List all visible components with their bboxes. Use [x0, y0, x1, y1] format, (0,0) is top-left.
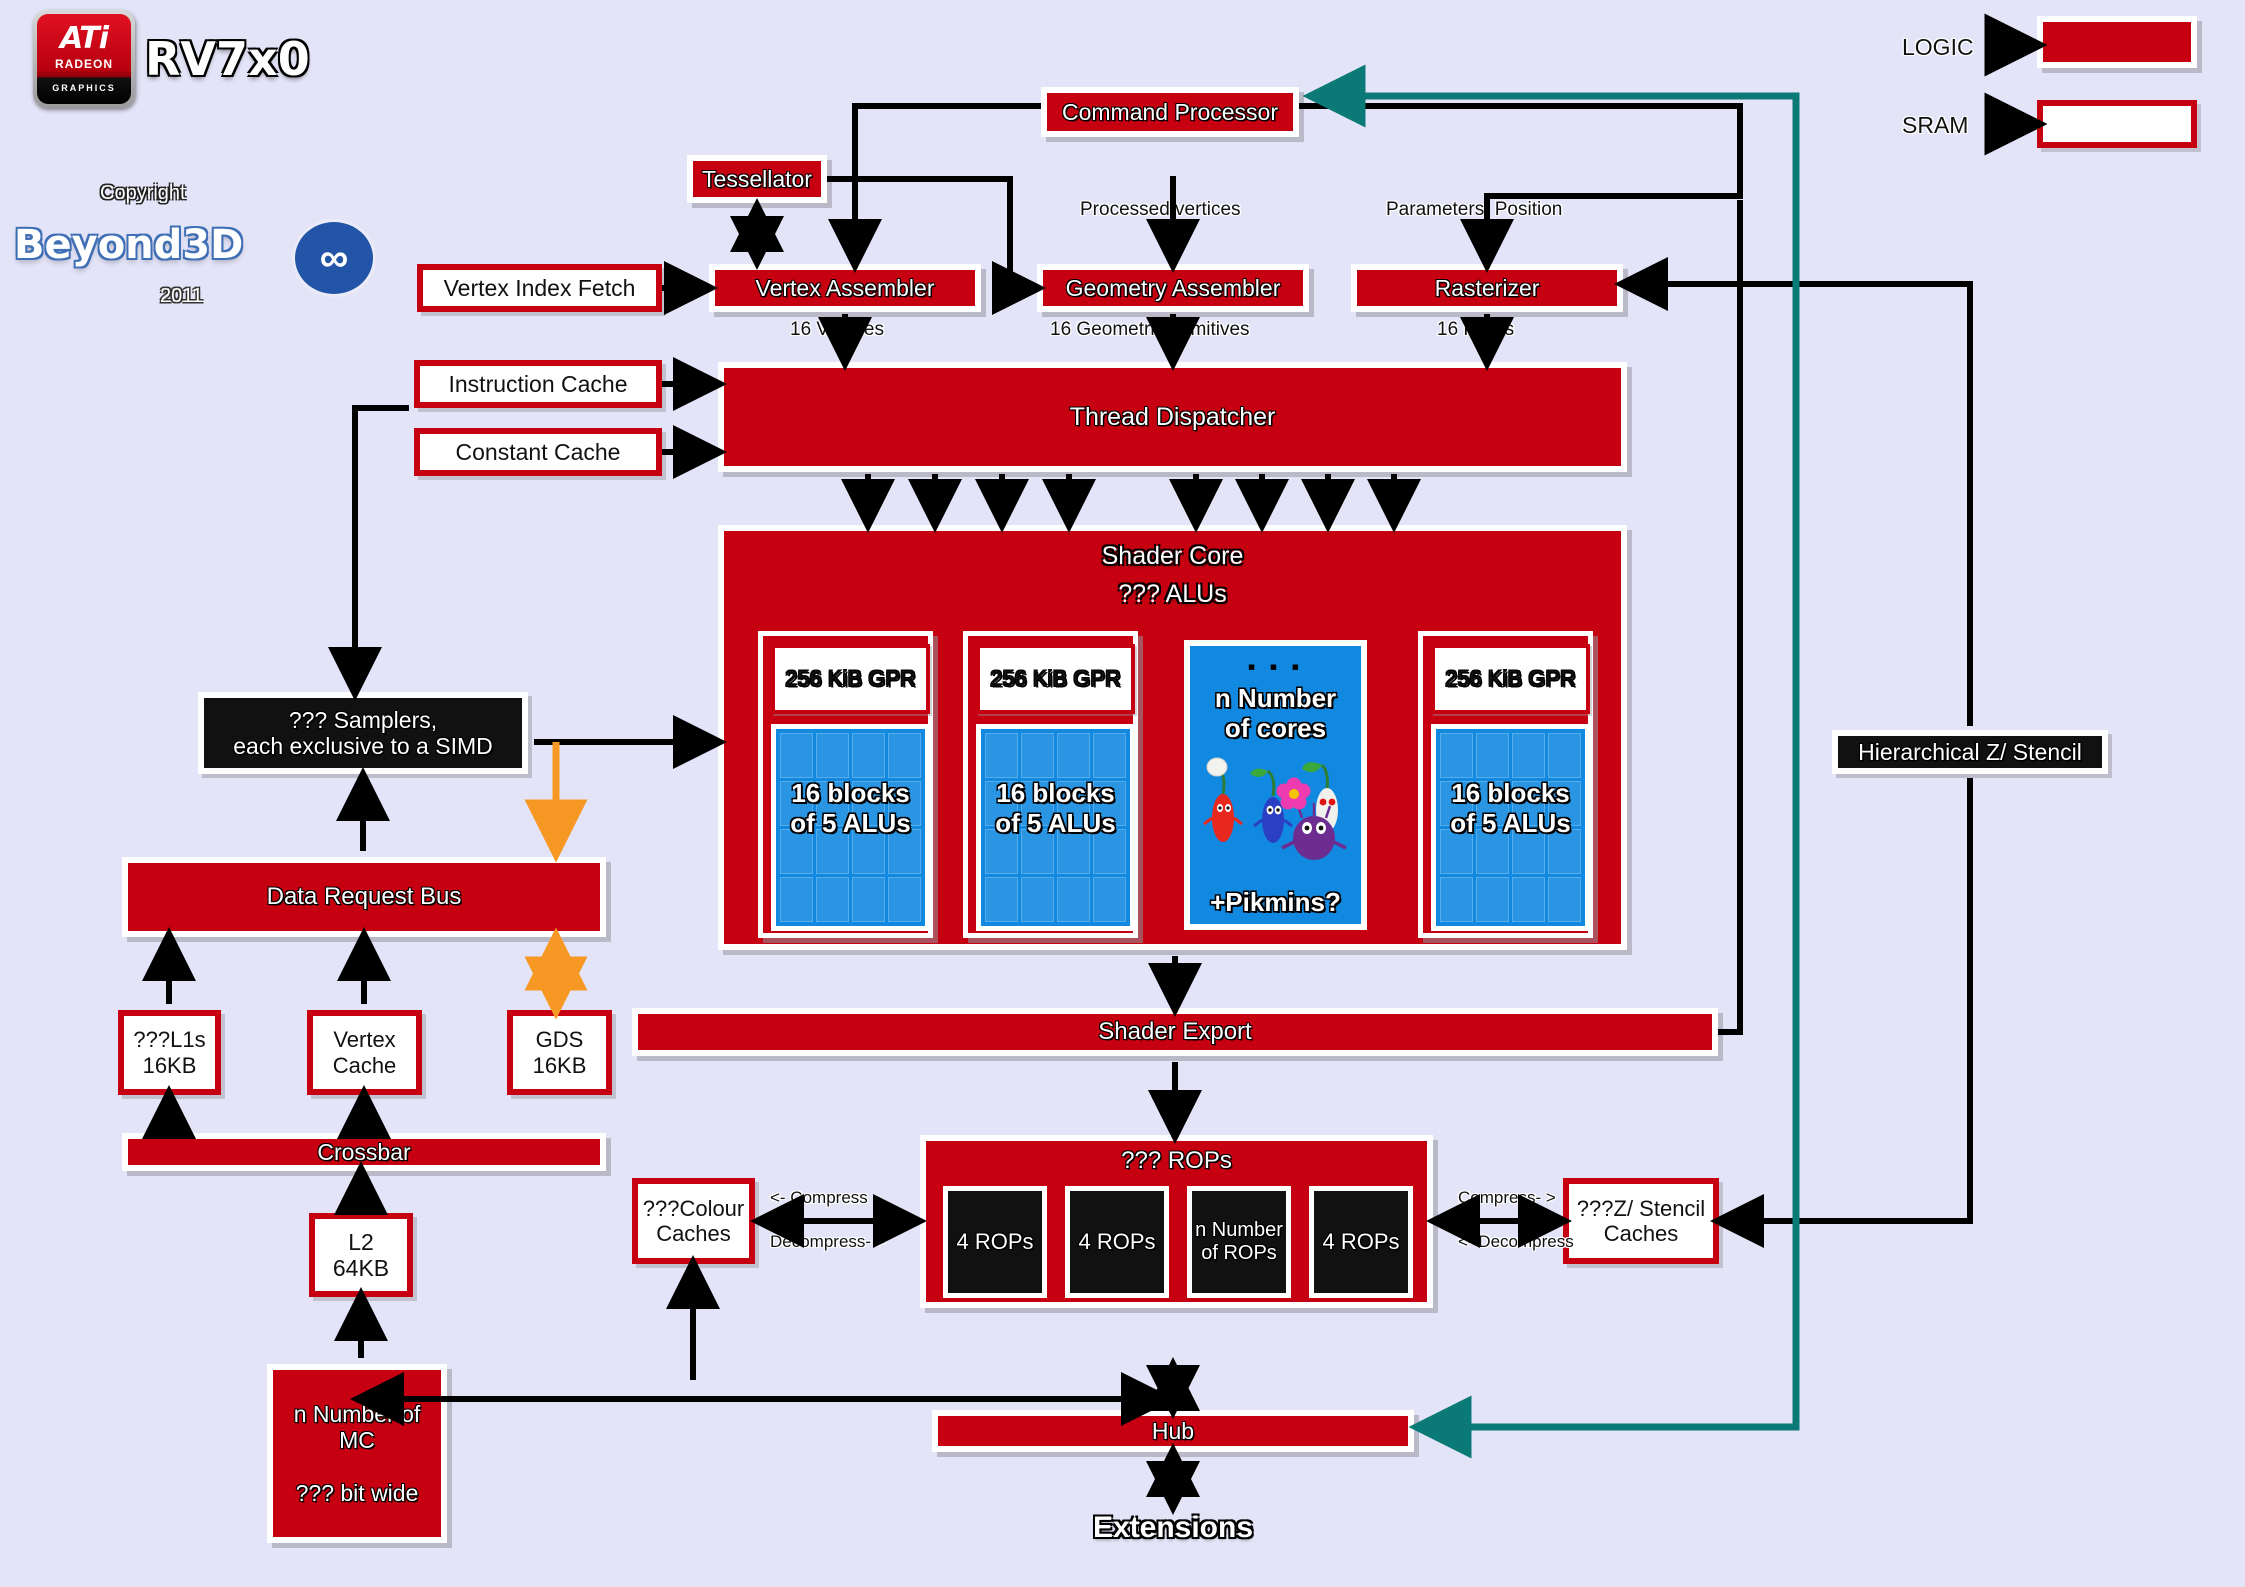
shader-core-alu-count: ??? ALUs [1118, 580, 1227, 608]
legend-logic-label: LOGIC [1902, 34, 1974, 60]
n-cores-ellipsis: ▪ ▪ ▪ [1247, 654, 1304, 679]
block-shader-export[interactable]: Shader Export [632, 1008, 1718, 1056]
rop-unit-2[interactable]: 4 ROPs [1065, 1186, 1169, 1298]
ati-logo-word: ATi [59, 21, 109, 56]
block-gds[interactable]: GDS 16KB [507, 1010, 612, 1095]
rop-unit-n[interactable]: n Number of ROPs [1187, 1186, 1291, 1298]
edge-label-decompress-right: <- Decompress [1458, 1232, 1574, 1251]
simd-4-gpr: 256 KiB GPR [1431, 644, 1590, 714]
legend-sram-label: SRAM [1902, 112, 1969, 138]
block-z-stencil-caches[interactable]: ???Z/ Stencil Caches [1563, 1178, 1719, 1264]
rop-unit-1[interactable]: 4 ROPs [943, 1186, 1047, 1298]
infinity-glyph: ∞ [319, 236, 349, 280]
rops-title: ??? ROPs [1121, 1147, 1232, 1174]
infinity-icon: ∞ [295, 222, 373, 294]
simd-1-alu-label: 16 blocks of 5 ALUs [790, 778, 911, 838]
edge-label-processed-vertices: Processed vertices [1080, 199, 1241, 220]
copyright-label: Copyright [100, 182, 186, 204]
edge-label-decompress-left: Decompress- > [770, 1232, 886, 1251]
block-instruction-cache[interactable]: Instruction Cache [414, 360, 662, 408]
block-vertex-assembler[interactable]: Vertex Assembler [709, 264, 981, 312]
simd-2-gpr: 256 KiB GPR [976, 644, 1135, 714]
block-l1-caches[interactable]: ???L1s 16KB [118, 1010, 221, 1095]
block-constant-cache[interactable]: Constant Cache [414, 428, 662, 476]
simd-1-alu-array[interactable]: 16 blocks of 5 ALUs [771, 724, 930, 931]
simd-block-n-cores[interactable]: ▪ ▪ ▪ n Number of cores +Pikmins? [1184, 640, 1367, 930]
block-l2-cache[interactable]: L2 64KB [309, 1213, 413, 1297]
n-cores-footer: +Pikmins? [1210, 887, 1341, 918]
n-cores-label: n Number of cores [1214, 683, 1337, 743]
beyond3d-wordmark: Beyond3D [14, 222, 244, 268]
block-tessellator[interactable]: Tessellator [687, 155, 827, 203]
simd-block-1[interactable]: 256 KiB GPR 16 blocks of 5 ALUs [758, 631, 933, 938]
ati-radeon-logo: ATi RADEON GRAPHICS [33, 10, 135, 108]
label-extensions: Extensions [1092, 1511, 1254, 1544]
block-command-processor[interactable]: Command Processor [1041, 87, 1299, 137]
simd-2-alu-array[interactable]: 16 blocks of 5 ALUs [976, 724, 1135, 931]
edge-label-16-pixels: 16 Pixels [1437, 319, 1515, 340]
legend-sram-swatch [2037, 100, 2197, 148]
rop-unit-4[interactable]: 4 ROPs [1309, 1186, 1413, 1298]
simd-4-alu-array[interactable]: 16 blocks of 5 ALUs [1431, 724, 1590, 931]
pikmin-illustration [1203, 757, 1347, 860]
copyright-year: 2011 [160, 285, 204, 307]
block-geometry-assembler[interactable]: Geometry Assembler [1037, 264, 1309, 312]
edge-label-parameters-position: Parameters, Position [1386, 199, 1563, 220]
block-thread-dispatcher[interactable]: Thread Dispatcher [718, 362, 1627, 472]
simd-2-alu-label: 16 blocks of 5 ALUs [995, 778, 1116, 838]
simd-block-4[interactable]: 256 KiB GPR 16 blocks of 5 ALUs [1418, 631, 1593, 938]
block-data-request-bus[interactable]: Data Request Bus [122, 857, 606, 937]
block-vertex-cache[interactable]: Vertex Cache [307, 1010, 422, 1095]
block-hub[interactable]: Hub [932, 1410, 1414, 1452]
ati-logo-radeon: RADEON [54, 57, 113, 71]
simd-4-alu-label: 16 blocks of 5 ALUs [1450, 778, 1571, 838]
ati-logo-graphics: GRAPHICS [52, 83, 116, 93]
legend-logic-swatch [2037, 16, 2197, 68]
block-memory-controllers[interactable]: n Number of MC ??? bit wide [267, 1364, 447, 1543]
block-rasterizer[interactable]: Rasterizer [1351, 264, 1623, 312]
block-rops-container[interactable]: ??? ROPs 4 ROPs 4 ROPs n Number of ROPs … [920, 1135, 1433, 1308]
edge-label-16-vertices: 16 Vertices [790, 319, 884, 340]
shader-core-title-label: Shader Core [1101, 542, 1244, 570]
edge-label-compress-right: Compress- > [1458, 1188, 1556, 1207]
block-samplers[interactable]: ??? Samplers, each exclusive to a SIMD [198, 692, 528, 774]
chip-name-title: RV7x0 [145, 32, 310, 86]
block-vertex-index-fetch[interactable]: Vertex Index Fetch [417, 264, 662, 312]
block-colour-caches[interactable]: ???Colour Caches [632, 1178, 755, 1264]
simd-block-2[interactable]: 256 KiB GPR 16 blocks of 5 ALUs [963, 631, 1138, 938]
diagram-canvas: ATi RADEON GRAPHICS RV7x0 Copyright Beyo… [0, 0, 2245, 1587]
block-hierarchical-z-stencil[interactable]: Hierarchical Z/ Stencil [1832, 730, 2108, 774]
edge-label-compress-left: <- Compress [770, 1188, 868, 1207]
simd-1-gpr: 256 KiB GPR [771, 644, 930, 714]
edge-label-16-geometric-primitives: 16 Geometric primitives [1050, 319, 1250, 340]
block-crossbar[interactable]: Crossbar [122, 1133, 606, 1171]
